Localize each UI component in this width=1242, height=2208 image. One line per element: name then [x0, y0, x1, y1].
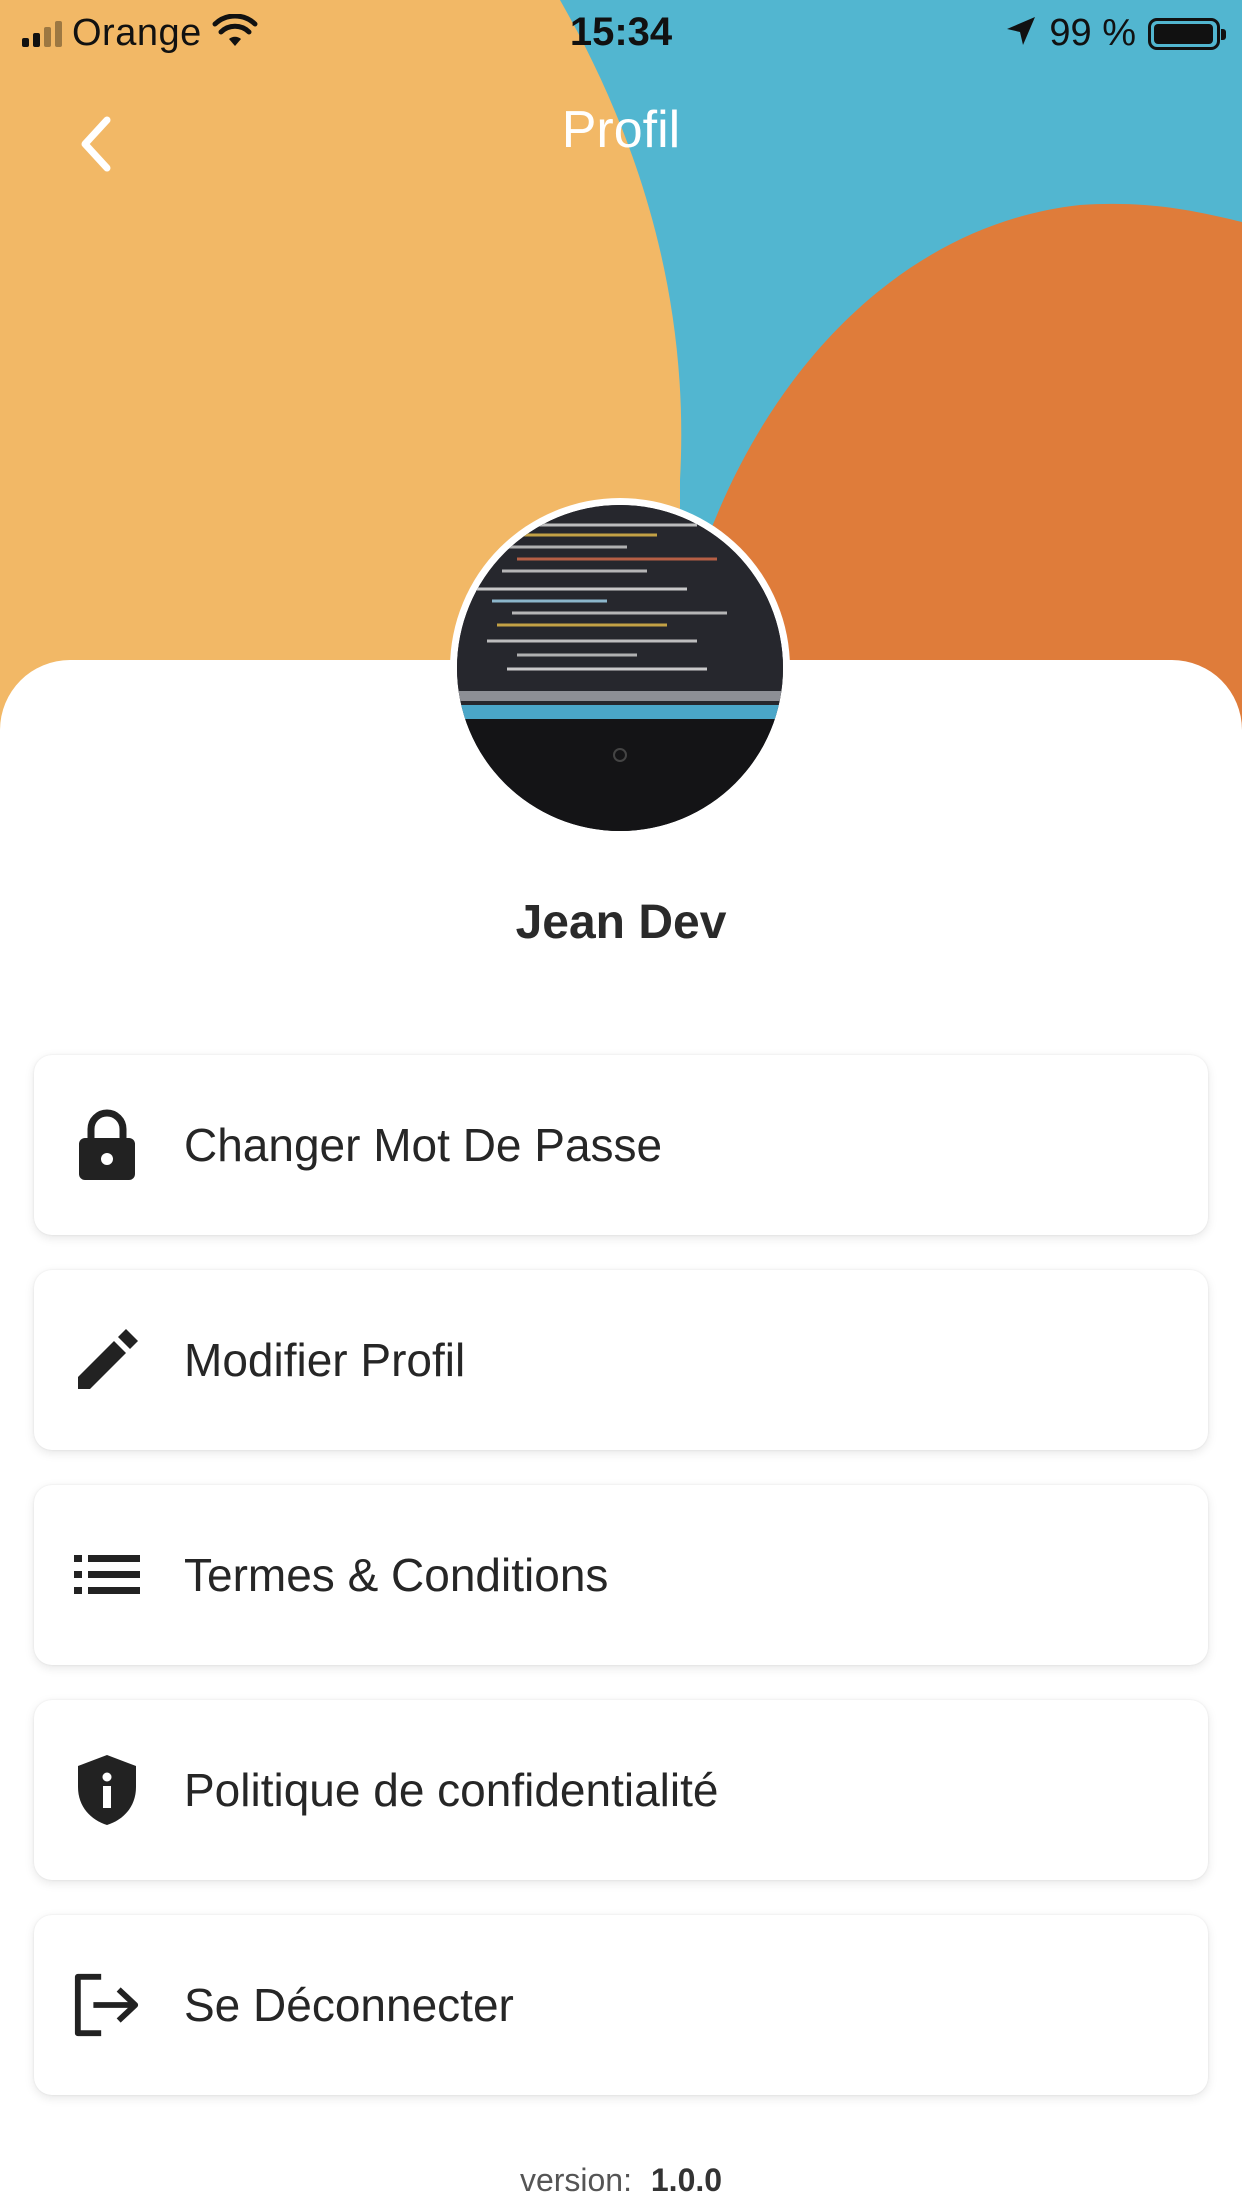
- status-bar: Orange 15:34 99 %: [0, 0, 1242, 66]
- list-icon: [72, 1540, 142, 1610]
- menu-item-change-password[interactable]: Changer Mot De Passe: [34, 1055, 1208, 1235]
- avatar-photo: [457, 505, 783, 831]
- menu-item-label: Modifier Profil: [184, 1334, 466, 1386]
- status-right: 99 %: [1005, 12, 1226, 55]
- menu-item-privacy-policy[interactable]: Politique de confidentialité: [34, 1700, 1208, 1880]
- logout-icon: [72, 1970, 142, 2040]
- lock-icon: [72, 1109, 142, 1180]
- avatar[interactable]: [450, 498, 790, 838]
- battery-icon: [1148, 17, 1226, 50]
- menu-item-edit-profile[interactable]: Modifier Profil: [34, 1270, 1208, 1450]
- pencil-icon: [72, 1325, 142, 1395]
- menu-item-terms[interactable]: Termes & Conditions: [34, 1485, 1208, 1665]
- menu-item-label: Se Déconnecter: [184, 1979, 514, 2031]
- battery-percent: 99 %: [1049, 12, 1136, 54]
- menu-item-label: Termes & Conditions: [184, 1549, 609, 1601]
- version-label: version:: [519, 2162, 632, 2198]
- version-info: version: 1.0.0: [0, 2162, 1242, 2199]
- menu-item-label: Changer Mot De Passe: [184, 1119, 663, 1171]
- user-name: Jean Dev: [515, 896, 727, 949]
- menu-item-logout[interactable]: Se Déconnecter: [34, 1915, 1208, 2095]
- shield-icon: [72, 1755, 142, 1825]
- page-title: Profil: [561, 101, 681, 159]
- version-value: 1.0.0: [650, 2162, 723, 2198]
- location-arrow-icon: [1005, 15, 1037, 52]
- menu-item-label: Politique de confidentialité: [184, 1764, 719, 1816]
